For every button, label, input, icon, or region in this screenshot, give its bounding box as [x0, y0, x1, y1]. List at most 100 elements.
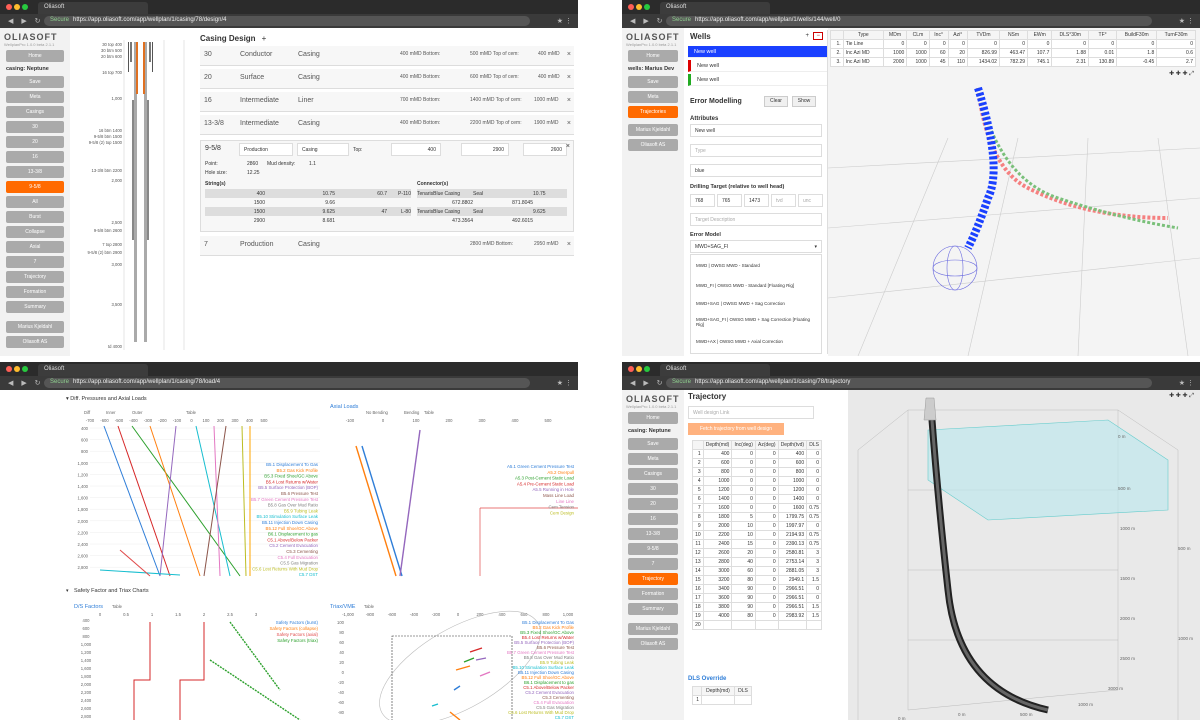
table-row[interactable]: 7 1600 0 0 1600 0.75: [692, 503, 822, 513]
dropdown-option[interactable]: MWD+AX | OWSG MWD + Axial Correction: [696, 339, 816, 344]
table-cell[interactable]: 13: [692, 557, 704, 567]
table-cell[interactable]: 2600: [702, 548, 733, 558]
close-icon[interactable]: ×: [566, 143, 570, 150]
table-cell[interactable]: 2000: [702, 521, 733, 531]
target-y[interactable]: 765: [717, 194, 742, 207]
user-button[interactable]: Marius Kjeldahl: [628, 124, 678, 136]
nav-save[interactable]: Save: [6, 76, 64, 88]
table-cell[interactable]: 4000: [702, 611, 733, 621]
address-bar[interactable]: Secure https://app.oliasoft.com/app/wellp…: [44, 16, 530, 26]
table-cell[interactable]: [777, 620, 808, 630]
table-cell[interactable]: 600: [702, 458, 733, 468]
casing-row[interactable]: 7 Production Casing 2800 mMD Bottom: 2950 mM…: [200, 236, 574, 256]
table-row[interactable]: 14 3000 60 0 2881.05 3: [692, 566, 822, 576]
dropdown-option[interactable]: MWD+SAG_FI | OWSG MWD + Sag Correction […: [696, 317, 816, 327]
table-cell[interactable]: 3: [806, 566, 822, 576]
well-type-input[interactable]: Type: [690, 144, 822, 157]
error-model-select[interactable]: MWD+SAG_FI ▾: [690, 240, 822, 253]
nav-meta[interactable]: Meta: [628, 91, 678, 103]
table-row[interactable]: 1 400 0 0 400 0: [692, 449, 822, 459]
table-cell[interactable]: 2800: [702, 557, 733, 567]
dropdown-option[interactable]: MWD | OWSG MWD - Standard: [696, 263, 816, 268]
table-cell[interactable]: 3: [806, 557, 822, 567]
table-cell[interactable]: 2580.81: [777, 548, 808, 558]
nav-9-5-8[interactable]: 9-5/8: [628, 543, 678, 555]
table-cell[interactable]: [702, 620, 733, 630]
table-cell[interactable]: 2949.1: [777, 575, 808, 585]
extensions-icon[interactable]: ★ ⋮: [557, 379, 572, 387]
table-cell[interactable]: 20: [692, 620, 704, 630]
table-row[interactable]: 2 600 0 0 600 0: [692, 458, 822, 468]
table-cell[interactable]: 17: [692, 593, 704, 603]
nav-arrows-icon[interactable]: ◀ ▶ ↻: [630, 17, 666, 25]
table-cell[interactable]: 2966.51: [777, 584, 808, 594]
target-description-input[interactable]: Target Description: [690, 213, 822, 226]
nav-16[interactable]: 16: [628, 513, 678, 525]
table-cell[interactable]: 1000: [702, 476, 733, 486]
well-color-input[interactable]: blue: [690, 164, 822, 177]
nav-axial[interactable]: Axial: [6, 241, 64, 253]
address-bar[interactable]: Secure https://app.oliasoft.com/app/wellp…: [666, 16, 1152, 26]
table-cell[interactable]: 0: [754, 575, 779, 585]
nav-trajectories[interactable]: Trajectories: [628, 106, 678, 118]
table-cell[interactable]: 0: [754, 458, 779, 468]
nav-summary[interactable]: Summary: [6, 301, 64, 313]
nav-home[interactable]: Home: [628, 412, 678, 424]
table-cell[interactable]: 0: [806, 476, 822, 486]
table-cell[interactable]: 2983.92: [777, 611, 808, 621]
table-cell[interactable]: 80: [731, 575, 756, 585]
table-cell[interactable]: 80: [731, 611, 756, 621]
table-cell[interactable]: 3: [806, 548, 822, 558]
table-cell[interactable]: 1997.97: [777, 521, 808, 531]
table-cell[interactable]: 0: [731, 467, 756, 477]
nav-13-3-8[interactable]: 13-3/8: [628, 528, 678, 540]
table-cell[interactable]: 3: [692, 467, 704, 477]
table-cell[interactable]: 0: [754, 485, 779, 495]
table-cell[interactable]: 2200: [702, 530, 733, 540]
toc-input[interactable]: 2600: [523, 143, 567, 156]
table-cell[interactable]: 8: [692, 512, 704, 522]
table-cell[interactable]: 10: [692, 530, 704, 540]
nav-7[interactable]: 7: [628, 558, 678, 570]
table-cell[interactable]: 800: [777, 467, 808, 477]
table-cell[interactable]: 0: [754, 476, 779, 486]
well-design-link-input[interactable]: Well design Link: [688, 406, 814, 419]
show-button[interactable]: Show: [792, 96, 816, 107]
well-item[interactable]: New well: [688, 46, 827, 58]
table-row[interactable]: 20: [692, 620, 822, 630]
table-cell[interactable]: 0: [731, 494, 756, 504]
table-cell[interactable]: 15: [731, 539, 756, 549]
table-cell[interactable]: 0: [754, 449, 779, 459]
table-row[interactable]: 3 800 0 0 800 0: [692, 467, 822, 477]
table-cell[interactable]: 0: [806, 467, 822, 477]
target-tvd[interactable]: tvd: [771, 194, 796, 207]
user-button[interactable]: Marius Kjeldahl: [6, 321, 64, 333]
table-cell[interactable]: 0: [754, 494, 779, 504]
table-cell[interactable]: 1: [692, 449, 704, 459]
table-cell[interactable]: 0: [754, 467, 779, 477]
nav-7[interactable]: 7: [6, 256, 64, 268]
table-cell[interactable]: 1800: [702, 512, 733, 522]
nav-trajectory[interactable]: Trajectory: [628, 573, 678, 585]
table-cell[interactable]: 0: [754, 566, 779, 576]
nav-collapse[interactable]: Collapse: [6, 226, 64, 238]
table-cell[interactable]: 1400: [777, 494, 808, 504]
table-cell[interactable]: 90: [731, 602, 756, 612]
casing-row[interactable]: 13-3/8 Intermediate Casing 400 mMD Bottom: 2…: [200, 115, 574, 135]
table-cell[interactable]: 1000: [777, 476, 808, 486]
table-cell[interactable]: 18: [692, 602, 704, 612]
table-cell[interactable]: 2390.13: [777, 539, 808, 549]
table-cell[interactable]: 10: [731, 521, 756, 531]
address-bar[interactable]: Secure https://app.oliasoft.com/app/wellp…: [44, 378, 530, 388]
clear-button[interactable]: Clear: [764, 96, 788, 107]
table-cell[interactable]: 40: [731, 557, 756, 567]
target-x[interactable]: 768: [690, 194, 715, 207]
browser-tab[interactable]: Oliasoft: [38, 2, 148, 14]
user-button[interactable]: Marius Kjeldahl: [628, 623, 678, 635]
table-cell[interactable]: 11: [692, 539, 704, 549]
nav-13-3-8[interactable]: 13-3/8: [6, 166, 64, 178]
browser-tab[interactable]: Oliasoft: [660, 2, 770, 14]
table-cell[interactable]: 0: [731, 485, 756, 495]
table-cell[interactable]: 0: [731, 449, 756, 459]
table-cell[interactable]: 90: [731, 593, 756, 603]
